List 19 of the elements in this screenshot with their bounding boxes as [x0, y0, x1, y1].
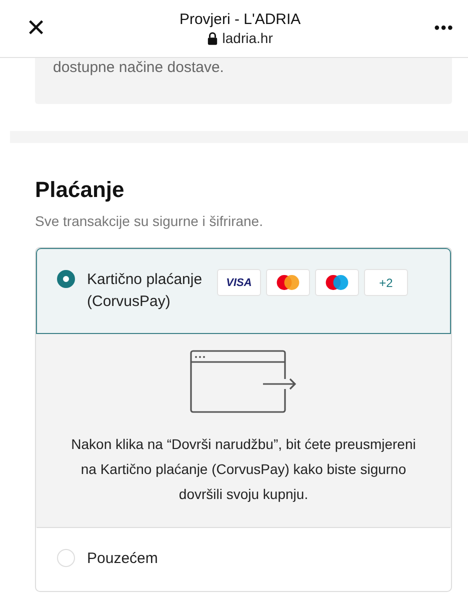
- delivery-note: dostupne načine dostave.: [35, 58, 452, 104]
- option-label: Kartično plaćanje (CorvusPay): [87, 270, 204, 312]
- lock-icon: [207, 32, 218, 44]
- page-url: ladria.hr: [222, 30, 273, 46]
- page-title: Provjeri - L'ADRIA: [179, 11, 301, 28]
- more-cards-badge: +2: [364, 269, 408, 296]
- maestro-logo: [315, 269, 359, 296]
- close-button[interactable]: ✕: [26, 14, 46, 43]
- radio-button[interactable]: [57, 270, 75, 288]
- mastercard-logo: [266, 269, 310, 296]
- section-subtitle: Sve transakcije su sigurne i šifrirane.: [35, 213, 264, 229]
- payment-option[interactable]: Pouzećem: [36, 527, 451, 591]
- section-title: Plaćanje: [35, 177, 126, 203]
- browser-redirect-icon: [188, 349, 298, 414]
- redirect-message: Nakon klika na “Dovrši narudžbu”, bit ćete preusmjereni na Kartično plaćanje (CorvusPay) kako biste sigurno dovršili svoju kupnju.: [71, 435, 416, 504]
- option-label: Pouzećem: [87, 549, 159, 569]
- visa-logo: VISA: [217, 269, 261, 296]
- more-button[interactable]: •••: [434, 20, 454, 38]
- payment-option[interactable]: Kartično plaćanje (CorvusPay) VISA +2: [36, 248, 451, 334]
